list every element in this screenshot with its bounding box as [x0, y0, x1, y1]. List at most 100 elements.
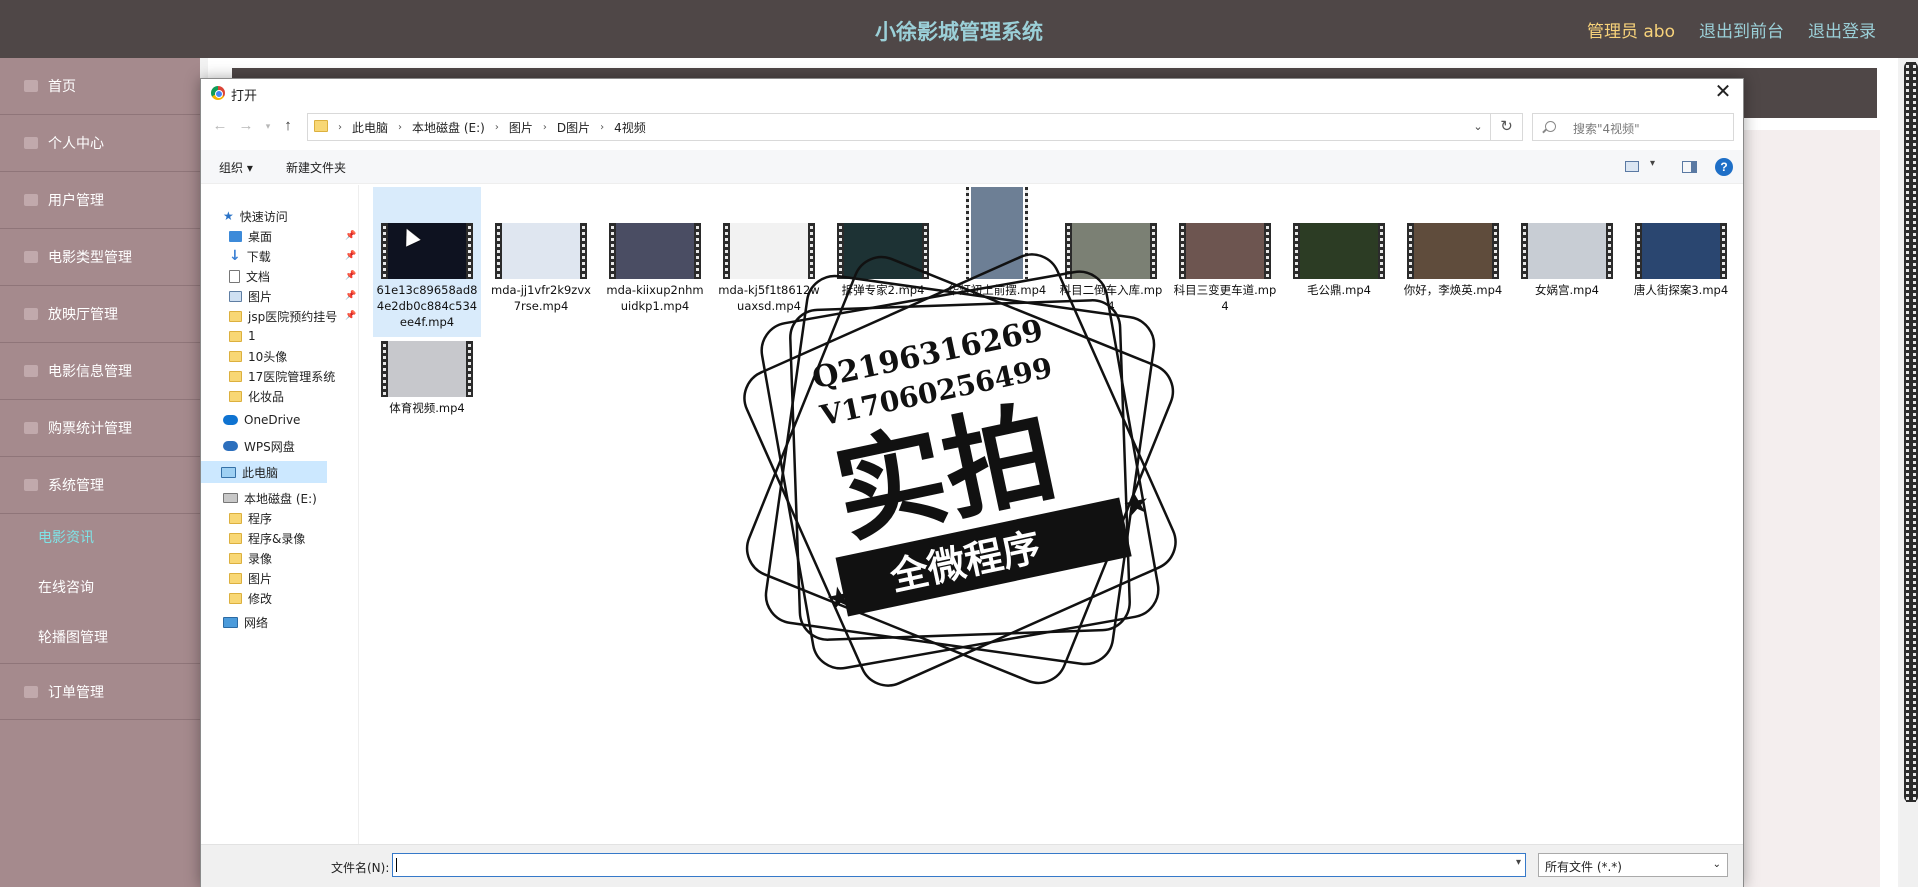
- nav-pane-item[interactable]: 图片: [229, 567, 272, 589]
- back-arrow-icon[interactable]: ←: [209, 115, 231, 137]
- breadcrumb-item[interactable]: 此电脑: [352, 119, 388, 136]
- sidebar-sub-consult[interactable]: 在线咨询: [0, 562, 200, 612]
- nav-pane-item[interactable]: ★ 快速访问: [223, 205, 288, 227]
- sidebar-item-label: 系统管理: [48, 478, 104, 494]
- sidebar-item-halls[interactable]: 放映厅管理: [0, 286, 200, 343]
- nav-pane-item[interactable]: 1: [229, 325, 256, 347]
- nav-pane-item[interactable]: 文档: [229, 265, 270, 287]
- sidebar-item-home[interactable]: 首页: [0, 58, 200, 115]
- breadcrumb-item[interactable]: 图片: [509, 119, 533, 136]
- folder-icon: [229, 592, 242, 604]
- folder-icon: [229, 310, 242, 322]
- sidebar-item-orders[interactable]: 订单管理: [0, 663, 200, 720]
- filename-input[interactable]: ▾: [392, 853, 1526, 877]
- nav-pane-item[interactable]: 图片: [229, 285, 272, 307]
- nav-pane-item[interactable]: 化妆品: [229, 385, 284, 407]
- breadcrumb-item[interactable]: 4视频: [614, 119, 646, 136]
- nav-pane-item[interactable]: WPS网盘: [223, 435, 295, 457]
- file-item[interactable]: 科目三变更车道.mp4: [1171, 187, 1279, 313]
- sidebar-item-label: 首页: [48, 79, 76, 95]
- page-scrollbar[interactable]: [1900, 58, 1918, 887]
- filetype-select[interactable]: 所有文件 (*.*) ⌄: [1538, 853, 1728, 877]
- file-item[interactable]: 唐人街探案3.mp4: [1627, 187, 1735, 297]
- scrollbar-thumb[interactable]: [1904, 62, 1918, 802]
- content-panel: [1720, 130, 1880, 887]
- nav-pane-item[interactable]: jsp医院预约挂号: [229, 305, 337, 327]
- chevron-down-icon[interactable]: ▾: [1650, 158, 1655, 169]
- folder-icon: [229, 350, 242, 362]
- back-to-front-link[interactable]: 退出到前台: [1699, 17, 1784, 42]
- sidebar-item-users[interactable]: 用户管理: [0, 172, 200, 229]
- sidebar-item-ticket-stats[interactable]: 购票统计管理: [0, 400, 200, 457]
- file-item[interactable]: mda-kj5f1t8612wuaxsd.mp4: [715, 187, 823, 313]
- file-name: mda-kiixup2nhmuidkp1.mp4: [606, 283, 704, 313]
- up-arrow-icon[interactable]: ↑: [277, 115, 299, 137]
- logout-link[interactable]: 退出登录: [1808, 17, 1876, 42]
- sidebar-item-movie-types[interactable]: 电影类型管理: [0, 229, 200, 286]
- grid-icon: [24, 422, 38, 434]
- file-name: 你好，李焕英.mp4: [1403, 283, 1503, 297]
- preview-pane-icon[interactable]: [1682, 161, 1697, 173]
- search-input[interactable]: 搜索"4视频": [1532, 113, 1734, 141]
- nav-pane-item[interactable]: 程序&录像: [229, 527, 305, 549]
- nav-pane-item[interactable]: ↓ 下载: [229, 245, 271, 267]
- nav-pane-item[interactable]: 17医院管理系统: [229, 365, 335, 387]
- close-icon[interactable]: ✕: [1709, 81, 1737, 105]
- refresh-icon[interactable]: ↻: [1491, 113, 1523, 141]
- breadcrumb-item[interactable]: D图片: [557, 119, 590, 136]
- sidebar-item-system[interactable]: 系统管理: [0, 457, 200, 514]
- nav-pane-label: jsp医院预约挂号: [248, 309, 338, 324]
- organize-button[interactable]: 组织 ▾: [219, 159, 253, 176]
- view-mode-icon[interactable]: [1625, 161, 1639, 172]
- sidebar: 首页 个人中心 用户管理 电影类型管理 放映厅管理 电影信息管理 购票统计管理 …: [0, 58, 200, 887]
- file-item[interactable]: 毛公鼎.mp4: [1285, 187, 1393, 297]
- breadcrumb-item[interactable]: 本地磁盘 (E:): [412, 119, 485, 136]
- nav-pane-label: 网络: [244, 615, 269, 630]
- net-icon: [223, 616, 238, 628]
- new-folder-button[interactable]: 新建文件夹: [286, 159, 346, 176]
- address-bar[interactable]: › 此电脑 › 本地磁盘 (E:) › 图片 › D图片 › 4视频 ⌄: [307, 113, 1491, 141]
- chevron-down-icon[interactable]: ▾: [1516, 857, 1521, 868]
- nav-pane-item[interactable]: 10头像: [229, 345, 287, 367]
- chevron-right-icon: ›: [542, 122, 547, 133]
- nav-pane-item[interactable]: 修改: [229, 587, 272, 609]
- nav-pane-label: 此电脑: [242, 465, 279, 480]
- file-item[interactable]: 拆弹专家2.mp4: [829, 187, 937, 297]
- forward-arrow-icon[interactable]: →: [235, 115, 257, 137]
- file-item[interactable]: 华灯初上前摆.mp4: [943, 187, 1051, 297]
- admin-user-link[interactable]: 管理员 abo: [1587, 17, 1675, 42]
- file-item[interactable]: 科目二倒车入库.mp4: [1057, 187, 1165, 313]
- nav-pane-label: 本地磁盘 (E:): [244, 491, 317, 506]
- filename-label: 文件名(N):: [331, 861, 390, 875]
- chevron-right-icon: ›: [398, 122, 403, 133]
- sidebar-sub-carousel[interactable]: 轮播图管理: [0, 612, 200, 662]
- nav-pane-label: 10头像: [248, 349, 288, 364]
- help-icon[interactable]: ?: [1715, 158, 1733, 176]
- nav-pane-item[interactable]: 桌面: [229, 225, 272, 247]
- file-name: 拆弹专家2.mp4: [841, 283, 925, 297]
- file-item[interactable]: 体育视频.mp4: [373, 305, 481, 415]
- nav-pane-label: OneDrive: [244, 413, 301, 427]
- sidebar-item-personal-center[interactable]: 个人中心: [0, 115, 200, 172]
- nav-pane-item[interactable]: 录像: [229, 547, 272, 569]
- chevron-right-icon: ›: [338, 122, 342, 133]
- file-name: 女娲宫.mp4: [1535, 283, 1599, 297]
- file-list: 61e13c89658ad84e2db0c884c534ee4f.mp4 mda-…: [361, 185, 1743, 845]
- top-bar: 小徐影城管理系统 管理员 abo 退出到前台 退出登录: [0, 0, 1918, 58]
- nav-pane-item[interactable]: 网络: [223, 611, 268, 633]
- sidebar-item-movie-info[interactable]: 电影信息管理: [0, 343, 200, 400]
- nav-pane-label: 化妆品: [248, 389, 285, 404]
- nav-pane-item[interactable]: 此电脑: [201, 461, 327, 483]
- sidebar-sub-movie-news[interactable]: 电影资讯: [0, 512, 200, 562]
- file-item[interactable]: 女娲宫.mp4: [1513, 187, 1621, 297]
- file-item[interactable]: mda-kiixup2nhmuidkp1.mp4: [601, 187, 709, 313]
- nav-pane-item[interactable]: 程序: [229, 507, 272, 529]
- chevron-down-icon[interactable]: ⌄: [1470, 118, 1486, 136]
- sidebar-item-label: 放映厅管理: [48, 307, 118, 323]
- nav-pane-item[interactable]: 本地磁盘 (E:): [223, 487, 317, 509]
- file-item[interactable]: 你好，李焕英.mp4: [1399, 187, 1507, 297]
- recent-dropdown-icon[interactable]: ▾: [257, 115, 279, 137]
- file-item[interactable]: mda-jj1vfr2k9zvx7rse.mp4: [487, 187, 595, 313]
- nav-pane-label: 下载: [246, 249, 271, 264]
- nav-pane-item[interactable]: OneDrive: [223, 409, 300, 431]
